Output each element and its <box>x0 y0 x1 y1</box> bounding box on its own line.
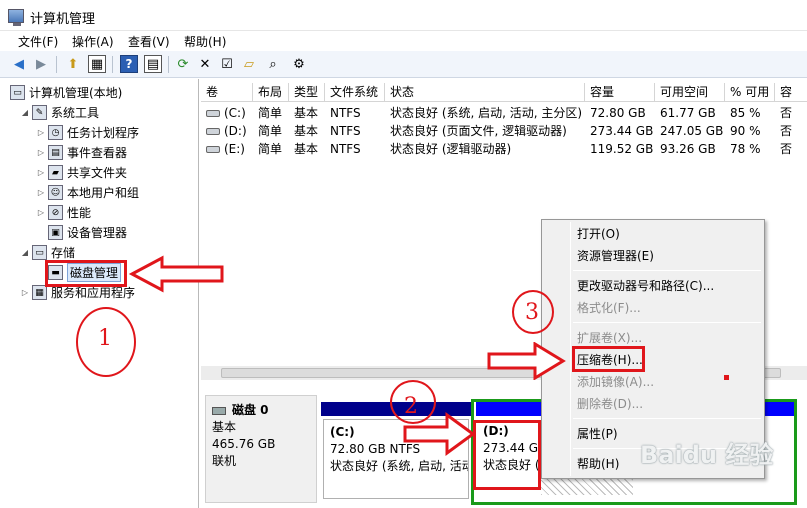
annotation-arrow-right-2 <box>403 412 476 456</box>
annotation-number-3: 3 <box>525 300 539 325</box>
users-icon: ☺ <box>48 185 63 200</box>
col-percent-free[interactable]: % 可用 <box>725 83 775 102</box>
col-type[interactable]: 类型 <box>289 83 325 102</box>
tools-icon: ✎ <box>32 105 47 120</box>
forward-arrow-icon[interactable]: ▶ <box>32 55 50 73</box>
computer-icon: ▭ <box>10 85 25 100</box>
expand-icon[interactable]: ▷ <box>36 128 46 137</box>
menu-item-add-mirror[interactable]: 添加镜像(A)... <box>577 372 654 392</box>
col-status[interactable]: 状态 <box>385 83 585 102</box>
device-manager-icon: ▣ <box>48 225 63 240</box>
refresh-icon[interactable]: ⟳ <box>174 55 192 73</box>
expand-icon[interactable]: ▷ <box>36 208 46 217</box>
menu-item-explore[interactable]: 资源管理器(E) <box>577 246 654 266</box>
tree-event-viewer[interactable]: ▷ ▤ 事件查看器 <box>36 143 127 162</box>
properties-icon[interactable]: ☑ <box>218 55 236 73</box>
shared-folder-icon: ▰ <box>48 165 63 180</box>
menu-view[interactable]: 查看(V) <box>128 33 170 50</box>
computer-management-icon <box>8 9 24 26</box>
toolbar: ◀ ▶ ⬆ ▦ ? ▤ ⟳ ✕ ☑ ▱ ⌕ ⚙ <box>0 51 807 78</box>
annotation-dot <box>724 375 729 380</box>
drive-icon <box>206 110 220 117</box>
annotation-highlight-partition-d <box>473 420 541 490</box>
annotation-highlight-disk-management <box>45 260 127 287</box>
disk-size: 465.76 GB <box>212 437 276 451</box>
performance-icon: ⊘ <box>48 205 63 220</box>
tree-root[interactable]: ▭ 计算机管理(本地) <box>10 83 122 102</box>
col-fault-tolerance[interactable]: 容 <box>775 83 807 102</box>
menu-item-format[interactable]: 格式化(F)... <box>577 298 641 318</box>
title-bar: 计算机管理 <box>0 0 807 31</box>
menu-item-delete[interactable]: 删除卷(D)... <box>577 394 643 414</box>
disk-name: 磁盘 0 <box>232 403 269 417</box>
clock-icon: ◷ <box>48 125 63 140</box>
disk-type: 基本 <box>212 420 237 434</box>
expand-icon[interactable]: ▷ <box>36 168 46 177</box>
expand-icon[interactable]: ▷ <box>36 148 46 157</box>
open-folder-icon[interactable]: ▱ <box>240 55 258 73</box>
annotation-highlight-shrink <box>572 346 645 372</box>
col-capacity[interactable]: 容量 <box>585 83 655 102</box>
tree-local-users[interactable]: ▷ ☺ 本地用户和组 <box>36 183 139 202</box>
annotation-arrow-left <box>128 255 224 293</box>
tree-shared-folders[interactable]: ▷ ▰ 共享文件夹 <box>36 163 127 182</box>
annotation-arrow-right-3 <box>487 342 566 380</box>
settings-icon[interactable]: ⚙ <box>290 55 308 73</box>
services-icon: ▦ <box>32 285 47 300</box>
drive-icon <box>206 146 220 153</box>
table-row[interactable]: (C:) 简单 基本 NTFS 状态良好 (系统, 启动, 活动, 主分区) 7… <box>201 104 807 122</box>
up-folder-icon[interactable]: ⬆ <box>64 55 82 73</box>
collapse-icon[interactable]: ◢ <box>20 108 30 117</box>
tree-device-manager[interactable]: ▣ 设备管理器 <box>48 223 127 242</box>
baidu-watermark: Baidu 经验 <box>640 441 774 469</box>
collapse-icon[interactable]: ◢ <box>20 248 30 257</box>
disk-status: 联机 <box>212 454 237 468</box>
menu-action[interactable]: 操作(A) <box>72 33 114 50</box>
col-free-space[interactable]: 可用空间 <box>655 83 725 102</box>
help-icon[interactable]: ? <box>120 55 138 73</box>
table-row[interactable]: (E:) 简单 基本 NTFS 状态良好 (逻辑驱动器) 119.52 GB 9… <box>201 140 807 158</box>
window-title: 计算机管理 <box>30 12 96 27</box>
delete-icon[interactable]: ✕ <box>196 55 214 73</box>
menu-item-help[interactable]: 帮助(H) <box>577 454 619 474</box>
menu-bar: 文件(F) 操作(A) 查看(V) 帮助(H) <box>0 31 807 51</box>
tree-system-tools[interactable]: ◢ ✎ 系统工具 <box>20 103 99 122</box>
menu-item-open[interactable]: 打开(O) <box>577 224 620 244</box>
col-volume[interactable]: 卷 <box>201 83 253 102</box>
table-row[interactable]: (D:) 简单 基本 NTFS 状态良好 (页面文件, 逻辑驱动器) 273.4… <box>201 122 807 140</box>
tree-performance[interactable]: ▷ ⊘ 性能 <box>36 203 91 222</box>
console-tree-icon[interactable]: ▦ <box>88 55 106 73</box>
col-layout[interactable]: 布局 <box>253 83 289 102</box>
menu-file[interactable]: 文件(F) <box>18 33 58 50</box>
search-icon[interactable]: ⌕ <box>264 55 282 73</box>
expand-icon[interactable]: ▷ <box>20 288 30 297</box>
menu-item-extend[interactable]: 扩展卷(X)... <box>577 328 642 348</box>
action-pane-icon[interactable]: ▤ <box>144 55 162 73</box>
annotation-number-1: 1 <box>98 326 112 351</box>
col-filesystem[interactable]: 文件系统 <box>325 83 385 102</box>
expand-icon[interactable]: ▷ <box>36 188 46 197</box>
disk-info[interactable]: 磁盘 0 基本 465.76 GB 联机 <box>205 395 317 503</box>
tree-task-scheduler[interactable]: ▷ ◷ 任务计划程序 <box>36 123 139 142</box>
disk-icon <box>212 406 226 415</box>
drive-icon <box>206 128 220 135</box>
menu-item-properties[interactable]: 属性(P) <box>577 424 618 444</box>
storage-icon: ▭ <box>32 245 47 260</box>
menu-help[interactable]: 帮助(H) <box>184 33 226 50</box>
menu-item-change-letter[interactable]: 更改驱动器号和路径(C)... <box>577 276 714 296</box>
event-viewer-icon: ▤ <box>48 145 63 160</box>
volume-table-header: 卷 布局 类型 文件系统 状态 容量 可用空间 % 可用 容 <box>201 83 807 102</box>
back-arrow-icon[interactable]: ◀ <box>10 55 28 73</box>
